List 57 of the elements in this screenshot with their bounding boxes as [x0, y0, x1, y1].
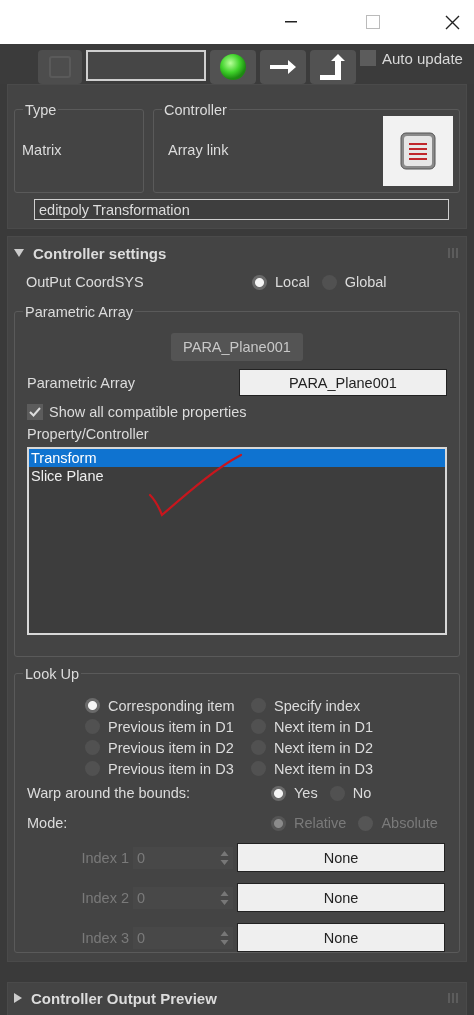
up-arrow-icon [319, 53, 347, 81]
step-arrow-button[interactable] [310, 50, 356, 84]
picker-button[interactable]: PARA_Plane001 [239, 369, 447, 396]
field-label: OutPut CoordSYS [26, 274, 145, 290]
checkbox[interactable] [360, 50, 376, 66]
grip-icon[interactable] [448, 993, 458, 1003]
spinner-arrows-icon[interactable] [220, 929, 229, 946]
name-field[interactable] [86, 50, 206, 81]
arrow-button[interactable] [260, 50, 306, 84]
checkmark-icon [29, 407, 41, 417]
radio-button[interactable] [252, 274, 267, 290]
expand-icon[interactable] [14, 993, 22, 1003]
radio-label: Next item in D1 [274, 718, 374, 735]
radio-button[interactable] [85, 698, 100, 713]
list-label: Property/Controller [27, 426, 150, 442]
radio-label: Next item in D2 [274, 739, 374, 756]
rollout-header[interactable]: Controller Output Preview [8, 983, 466, 1013]
radio-label: Specify index [274, 697, 361, 714]
right-arrow-icon [269, 59, 297, 75]
list-icon [400, 132, 436, 170]
radio-label: No [352, 785, 372, 801]
group-label: Look Up [23, 665, 81, 683]
radio-label: Previous item in D1 [108, 718, 234, 735]
rollout-header[interactable]: Controller settings [8, 237, 466, 269]
radio-button[interactable] [271, 785, 286, 801]
close-icon[interactable] [445, 14, 460, 30]
grip-icon[interactable] [448, 248, 458, 258]
rollout-title: Controller settings [33, 244, 168, 262]
checkbox-label: Show all compatible properties [49, 404, 247, 420]
array-button[interactable]: PARA_Plane001 [171, 333, 303, 361]
spinner-arrows-icon[interactable] [220, 889, 229, 906]
collapse-icon[interactable] [14, 249, 24, 257]
spinner-arrows-icon[interactable] [220, 849, 229, 866]
list-item[interactable]: Transform [29, 449, 445, 467]
radio-label: Global [344, 274, 387, 290]
radio-label: Previous item in D3 [108, 760, 234, 777]
minimize-icon[interactable] [285, 21, 297, 23]
radio-label: Yes [294, 785, 318, 801]
controller-value: Array link [167, 142, 230, 158]
list-item[interactable]: Slice Plane [29, 467, 445, 485]
square-button[interactable] [38, 50, 82, 84]
field-label: Parametric Array [27, 374, 135, 391]
rollout-title: Controller Output Preview [31, 989, 218, 1007]
status-button[interactable] [210, 50, 256, 84]
radio-label: Local [275, 274, 310, 290]
field-label: Warp around the bounds: [27, 785, 192, 801]
radio-label: Next item in D3 [274, 760, 374, 777]
status-light-icon [219, 53, 247, 81]
field-label: Mode: [27, 815, 69, 831]
maximize-icon[interactable] [366, 15, 380, 29]
radio-label: Previous item in D2 [108, 739, 234, 756]
name-field[interactable]: editpoly Transformation [34, 199, 449, 220]
radio-label: Corresponding item [108, 697, 235, 714]
checkbox-label: Auto update [382, 50, 463, 67]
checkbox[interactable] [27, 404, 43, 420]
type-value: Matrix [22, 142, 62, 158]
group-label: Parametric Array [23, 303, 135, 321]
